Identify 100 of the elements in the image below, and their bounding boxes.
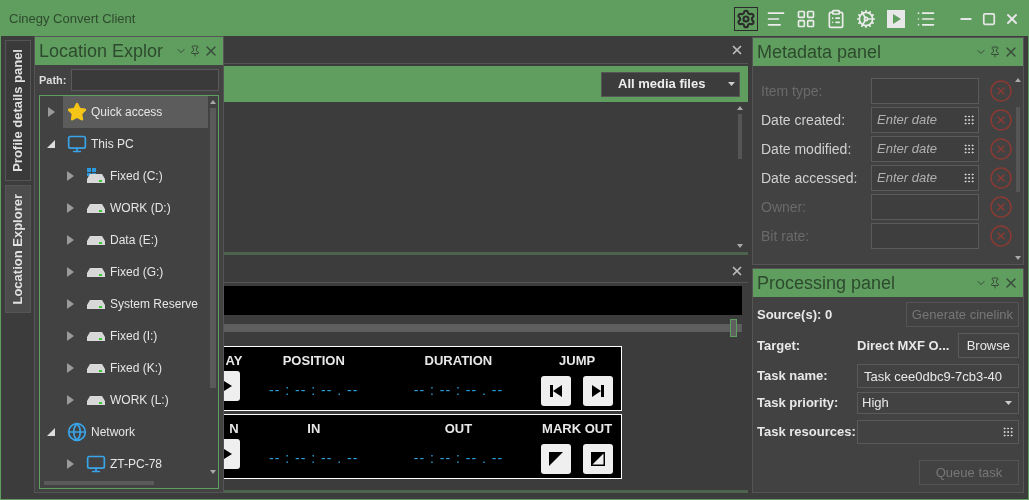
- collapsed-arrow-icon[interactable]: [64, 267, 76, 277]
- tree-item-label: WORK (L:): [110, 392, 169, 409]
- input-field[interactable]: [871, 194, 979, 220]
- caret-icon: [728, 82, 735, 86]
- tree-item[interactable]: Fixed (G:): [82, 256, 208, 288]
- scroll-up-icon[interactable]: [1015, 78, 1021, 82]
- tree-item[interactable]: Fixed (C:): [82, 160, 208, 192]
- resources-label: Task resources:: [757, 423, 857, 442]
- tree-item[interactable]: WORK (D:): [82, 192, 208, 224]
- timecode: -- : -- : -- . --: [269, 381, 359, 400]
- date-field[interactable]: Enter date: [871, 136, 979, 162]
- tree-item[interactable]: Data (E:): [82, 224, 208, 256]
- tree-item[interactable]: This PC: [63, 128, 208, 160]
- drive-icon: [86, 234, 106, 246]
- collapsed-arrow-icon[interactable]: [64, 459, 76, 469]
- column-heading: POSITION: [282, 352, 345, 370]
- scrollbar[interactable]: [736, 106, 744, 248]
- tree-item[interactable]: WORK (L:): [82, 384, 208, 416]
- tree-item[interactable]: ZT-PC-78: [82, 448, 208, 480]
- scroll-up-icon[interactable]: [210, 100, 216, 104]
- jump-end-icon: [591, 383, 606, 398]
- field-label: Date modified:: [761, 139, 853, 159]
- expanded-arrow-icon[interactable]: [45, 140, 57, 148]
- star-icon: [67, 102, 87, 122]
- column-heading: JUMP: [559, 352, 596, 370]
- collapsed-arrow-icon[interactable]: [45, 107, 57, 117]
- mark-in-icon: [549, 451, 564, 466]
- column-heading: AY: [225, 352, 243, 370]
- priority-label: Task priority:: [757, 394, 840, 413]
- collapsed-arrow-icon[interactable]: [64, 235, 76, 245]
- scroll-down-icon[interactable]: [210, 470, 216, 474]
- scroll-down-icon[interactable]: [1015, 256, 1021, 260]
- calendar-icon: [963, 114, 975, 126]
- collapsed-arrow-icon[interactable]: [64, 171, 76, 181]
- browse-button[interactable]: Browse: [957, 333, 1019, 358]
- picker-icon: [1002, 426, 1014, 438]
- filter-dropdown[interactable]: All media files: [601, 71, 740, 97]
- tree-item[interactable]: Fixed (K:): [82, 352, 208, 384]
- date-field[interactable]: Enter date: [871, 107, 979, 133]
- panel-title: Metadata panel: [757, 43, 883, 61]
- tree-item[interactable]: Fixed (I:): [82, 320, 208, 352]
- computer-icon: [86, 454, 106, 474]
- scroll-down-icon[interactable]: [737, 244, 743, 248]
- panel-title: Location Explor: [39, 42, 165, 60]
- column-heading: OUT: [444, 420, 473, 438]
- date-field[interactable]: Enter date: [871, 165, 979, 191]
- cogs-icon: [856, 8, 876, 29]
- collapsed-arrow-icon[interactable]: [64, 331, 76, 341]
- seek-thumb[interactable]: [729, 319, 737, 337]
- grid-icon: [796, 8, 816, 29]
- scroll-up-icon[interactable]: [737, 106, 743, 110]
- timecode: -- : -- : -- . --: [269, 449, 359, 468]
- pin-icon[interactable]: [189, 45, 201, 57]
- drive-icon: [86, 330, 106, 342]
- priority-dropdown[interactable]: High: [857, 392, 1019, 414]
- path-field[interactable]: [70, 69, 219, 91]
- side-tab[interactable]: Location Explorer: [4, 184, 31, 314]
- resources-field[interactable]: [857, 420, 1019, 444]
- pin-icon[interactable]: [989, 46, 1001, 58]
- sources-count: Source(s): 0: [757, 305, 834, 324]
- input-field[interactable]: [871, 78, 979, 104]
- settings-icon: [736, 8, 756, 29]
- collapsed-arrow-icon[interactable]: [64, 299, 76, 309]
- task-name-field[interactable]: Task cee0dbc9-7cb3-40: [857, 364, 1019, 388]
- window-title: Cinegy Convert Client: [9, 9, 137, 28]
- jump-start-icon: [549, 383, 564, 398]
- transport-button[interactable]: [541, 375, 572, 406]
- tree-item[interactable]: Network: [63, 416, 208, 448]
- task-name-label: Task name:: [757, 367, 829, 386]
- transport-button[interactable]: [583, 375, 614, 406]
- play-icon: [886, 8, 906, 29]
- maximize-icon[interactable]: [982, 11, 996, 26]
- path-label: Path:: [39, 72, 67, 88]
- tree-item-label: Fixed (K:): [110, 360, 162, 377]
- collapsed-arrow-icon[interactable]: [64, 203, 76, 213]
- mark-out-icon: [591, 451, 606, 466]
- input-field[interactable]: [871, 223, 979, 249]
- tree-item-label: Fixed (C:): [110, 168, 163, 185]
- drive-icon: [86, 202, 106, 214]
- tree-item[interactable]: System Reserve: [82, 288, 208, 320]
- transport-button[interactable]: [583, 443, 614, 474]
- seek-bar[interactable]: [224, 318, 742, 338]
- pin-icon[interactable]: [989, 277, 1001, 289]
- toolbar-button[interactable]: [734, 6, 758, 31]
- column-heading: IN: [307, 420, 321, 438]
- collapsed-arrow-icon[interactable]: [64, 395, 76, 405]
- timecode: -- : -- : -- . --: [413, 449, 504, 468]
- globe-icon: [67, 422, 87, 442]
- side-tab[interactable]: Profile details panel: [4, 40, 31, 181]
- drive-icon: [86, 362, 106, 374]
- system-drive-icon: [86, 168, 106, 184]
- collapsed-arrow-icon[interactable]: [64, 363, 76, 373]
- tree-item-label: WORK (D:): [110, 200, 171, 217]
- drive-icon: [86, 266, 106, 278]
- target-value: Direct MXF O...: [857, 336, 951, 355]
- expanded-arrow-icon[interactable]: [45, 428, 57, 436]
- calendar-icon: [963, 172, 975, 184]
- transport-button[interactable]: [541, 443, 572, 474]
- tree-item-label: ZT-PC-78: [110, 456, 162, 473]
- tree-item[interactable]: Quick access: [63, 96, 208, 128]
